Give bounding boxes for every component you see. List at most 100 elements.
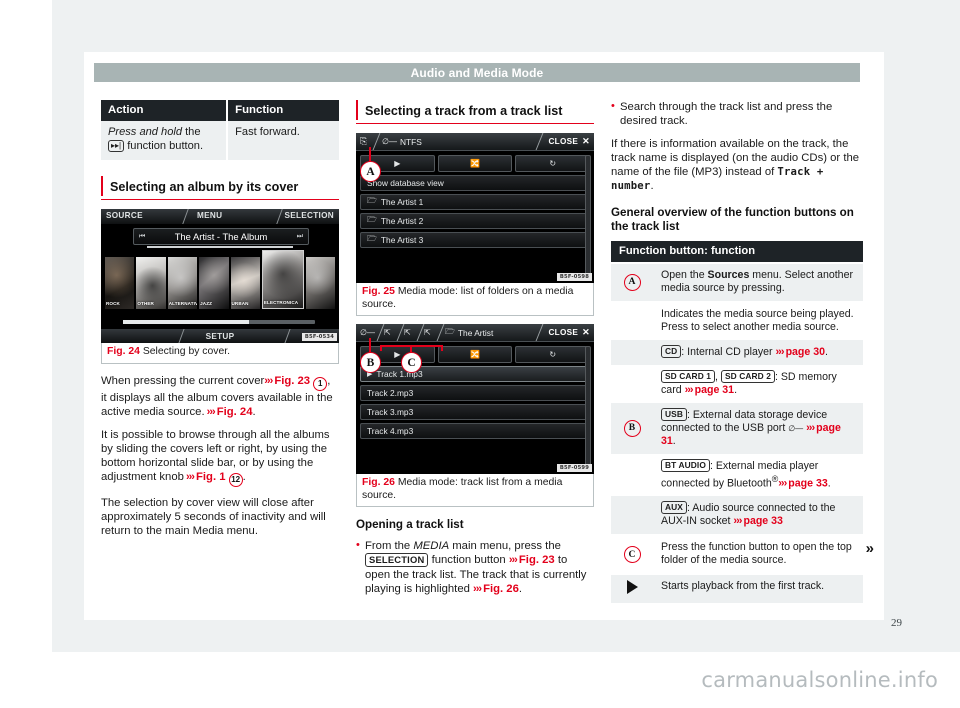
source-button[interactable]: SOURCE: [106, 211, 143, 220]
page-reference[interactable]: page 31: [695, 384, 734, 396]
selection-button[interactable]: SELECTION: [284, 211, 334, 220]
action-suffix: function button.: [124, 139, 204, 152]
list-item-playing[interactable]: ▶ Track 1.mp3: [360, 366, 590, 383]
media-folder-list-screen: ⎘ ∅— NTFS CLOSE ✕ ▶ 🔀 ↻ Show database vi…: [356, 133, 594, 283]
figure-reference[interactable]: Fig. 23: [274, 375, 310, 387]
list-item[interactable]: 🗁 The Artist 2: [360, 213, 590, 229]
album-cover-strip[interactable]: ROCK OTHER ALTERNATIVE JAZZ URBAN: [105, 250, 335, 310]
scrollbar[interactable]: [585, 155, 591, 275]
column-header-action: Action: [101, 100, 229, 121]
close-button[interactable]: CLOSE ✕: [548, 133, 590, 150]
close-icon[interactable]: ✕: [582, 327, 590, 338]
close-icon[interactable]: ✕: [582, 136, 590, 147]
menu-button[interactable]: MENU: [197, 211, 222, 220]
coverflow-top-bar: SOURCE MENU SELECTION: [101, 209, 339, 225]
sd-card-1-key-cap[interactable]: SD CARD 1: [661, 369, 716, 383]
list-item[interactable]: Track 2.mp3: [360, 385, 590, 402]
previous-track-icon[interactable]: ⏮: [139, 233, 145, 241]
repeat-button[interactable]: ↻: [515, 346, 591, 364]
text-fragment: .: [734, 383, 738, 396]
selection-key-cap[interactable]: SELECTION: [365, 553, 429, 568]
callout-marker-a: A: [623, 273, 641, 291]
album-cover[interactable]: OTHER: [136, 257, 166, 310]
list-item-label: The Artist 3: [380, 235, 424, 245]
album-cover[interactable]: ALTERNATIVE: [167, 257, 198, 310]
cell-description: Open the Sources menu. Select another me…: [653, 261, 863, 302]
ref-arrows-icon: ›››: [775, 345, 786, 358]
now-playing-title: ⏮ The Artist - The Album ⏭: [133, 228, 309, 246]
callout-marker-c: C: [623, 546, 641, 564]
list-item[interactable]: 🗁 The Artist 3: [360, 232, 590, 248]
play-icon: [626, 580, 638, 595]
coverflow-screen: SOURCE MENU SELECTION ⏮ The Artist - The…: [101, 209, 339, 344]
media-emphasis: MEDIA: [413, 540, 450, 553]
shuffle-button[interactable]: 🔀: [437, 346, 513, 364]
breadcrumb-current-folder[interactable]: 🗁 The Artist: [445, 324, 493, 341]
figure-reference[interactable]: Fig. 24: [217, 406, 253, 418]
bt-audio-key-cap[interactable]: BT AUDIO: [661, 458, 710, 472]
list-item[interactable]: Track 4.mp3: [360, 423, 590, 440]
figure-reference[interactable]: Fig. 26: [483, 583, 519, 595]
album-cover-selected[interactable]: ELECTRONICA: [261, 250, 304, 310]
usb-key-cap[interactable]: USB: [661, 407, 687, 421]
page-reference[interactable]: page 30: [786, 346, 825, 358]
source-tab-usb[interactable]: ∅—: [360, 324, 375, 341]
album-cover[interactable]: ROCK: [105, 257, 135, 310]
cell-description: BT AUDIO: External media player connecte…: [653, 453, 863, 497]
cell-description: SD CARD 1, SD CARD 2: SD memory card ›››…: [653, 364, 863, 403]
cell-description: Press the function button to open the to…: [653, 534, 863, 575]
table-row-b-usb: B USB: External data storage device conn…: [611, 402, 863, 454]
cover-slide-bar[interactable]: [123, 320, 315, 325]
album-cover[interactable]: URBAN: [230, 257, 260, 310]
album-cover[interactable]: JAZZ: [199, 257, 229, 310]
cell-key-spacer: [611, 496, 653, 536]
cell-key-spacer: [611, 300, 653, 340]
ref-arrows-icon: ›››: [473, 582, 484, 595]
cell-key-spacer: [611, 453, 653, 497]
breadcrumb-folder-up-2[interactable]: ⇱: [404, 324, 411, 341]
repeat-button[interactable]: ↻: [515, 155, 591, 172]
paragraph-browse-albums: It is possible to browse through all the…: [101, 428, 339, 488]
page-reference[interactable]: page 33: [743, 515, 782, 527]
next-track-icon[interactable]: ⏭: [297, 233, 303, 241]
page-reference[interactable]: page 33: [788, 477, 827, 489]
cell-description: Starts playback from the first track.: [653, 573, 863, 604]
breadcrumb-folder-up-3[interactable]: ⇱: [424, 324, 431, 341]
album-cover-label: JAZZ: [200, 301, 213, 307]
album-cover[interactable]: [305, 257, 335, 310]
shuffle-button[interactable]: 🔀: [437, 155, 513, 172]
scrollbar[interactable]: [585, 346, 591, 467]
figure-reference[interactable]: Fig. 23: [519, 554, 555, 566]
sd-card-2-key-cap[interactable]: SD CARD 2: [720, 369, 775, 383]
sources-tab[interactable]: ⎘: [360, 133, 367, 150]
table-row: Press and hold the ▸▸| function button. …: [101, 121, 339, 161]
list-item[interactable]: Track 3.mp3: [360, 404, 590, 421]
text-fragment: .: [518, 582, 523, 595]
source-tab-ntfs[interactable]: ∅— NTFS: [382, 133, 422, 150]
cell-key: [611, 573, 653, 604]
figure-26-caption: Fig. 26 Media mode: track list from a me…: [356, 474, 594, 508]
paragraph-track-info: If there is information available on the…: [611, 137, 863, 193]
aux-key-cap[interactable]: AUX: [661, 501, 687, 515]
play-icon: ▶: [394, 159, 401, 168]
table-header-row: Action Function: [101, 100, 339, 121]
list-item-label: Track 2.mp3: [367, 388, 414, 399]
close-button[interactable]: CLOSE ✕: [548, 324, 590, 341]
cell-key: A: [611, 261, 653, 302]
list-item[interactable]: Show database view: [360, 175, 590, 191]
folder-icon: 🗁: [367, 234, 377, 243]
cell-description: CD: Internal CD player ››› page 30.: [653, 339, 863, 365]
figure-24-caption-text: Selecting by cover.: [142, 346, 231, 358]
running-head: Audio and Media Mode: [94, 63, 860, 82]
action-emphasis: Press and hold: [108, 126, 183, 138]
cd-key-cap[interactable]: CD: [661, 344, 682, 358]
breadcrumb-folder-up-1[interactable]: ⇱: [384, 324, 391, 341]
fast-forward-icon: ▸▸|: [108, 139, 125, 152]
list-item[interactable]: 🗁 The Artist 1: [360, 194, 590, 210]
figure-reference[interactable]: Fig. 1: [196, 471, 226, 483]
sources-icon: ⎘: [360, 136, 368, 146]
folder-up-icon: ⇱: [404, 328, 411, 338]
shuffle-icon: 🔀: [470, 350, 480, 360]
album-cover-label: ROCK: [106, 301, 120, 307]
folder-up-icon: ⇱: [424, 328, 431, 338]
